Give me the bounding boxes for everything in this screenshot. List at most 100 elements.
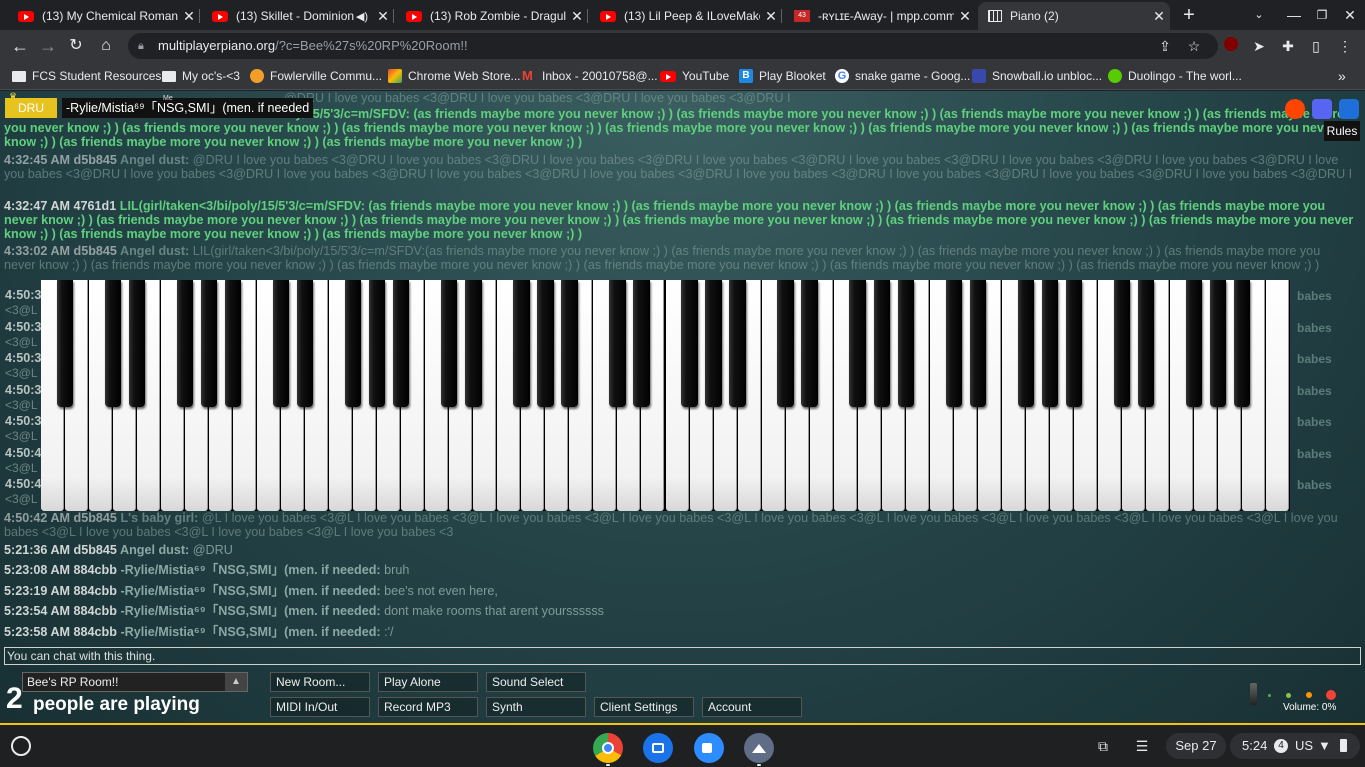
- launcher-icon[interactable]: [11, 736, 31, 756]
- date-display[interactable]: Sep 27: [1166, 733, 1226, 759]
- black-key[interactable]: [705, 280, 722, 407]
- black-key[interactable]: [393, 280, 410, 407]
- bookmark-item[interactable]: YouTube: [660, 67, 729, 85]
- room-selector[interactable]: Bee's RP Room!! ▲: [22, 672, 248, 692]
- close-icon[interactable]: ✕: [1148, 8, 1170, 25]
- new-tab-button[interactable]: +: [1175, 4, 1203, 26]
- chat-input[interactable]: You can chat with this thing.: [4, 647, 1361, 665]
- bookmark-folder[interactable]: FCS Student Resources: [12, 67, 161, 85]
- black-key[interactable]: [801, 280, 818, 407]
- black-key[interactable]: [345, 280, 362, 407]
- play-alone-button[interactable]: Play Alone: [378, 672, 478, 692]
- sound-select-button[interactable]: Sound Select: [486, 672, 586, 692]
- black-key[interactable]: [200, 280, 218, 407]
- black-key[interactable]: [441, 280, 458, 407]
- volume-slider[interactable]: [1250, 683, 1257, 705]
- midi-button[interactable]: MIDI In/Out: [270, 697, 370, 717]
- black-key[interactable]: [104, 280, 122, 407]
- black-key[interactable]: [128, 280, 146, 407]
- tab-search-icon[interactable]: ⌄: [1245, 4, 1273, 26]
- black-key[interactable]: [777, 280, 794, 407]
- holding-space-icon[interactable]: ⧉: [1093, 736, 1113, 756]
- speaker-icon[interactable]: ◀): [356, 10, 368, 23]
- black-key[interactable]: [1113, 280, 1131, 407]
- bookmark-item[interactable]: M Inbox - 20010758@...: [522, 67, 658, 85]
- black-key[interactable]: [273, 280, 290, 407]
- black-key[interactable]: [945, 280, 962, 407]
- black-key[interactable]: [56, 280, 74, 407]
- black-key[interactable]: [224, 280, 242, 407]
- black-key[interactable]: [1017, 280, 1034, 407]
- bookmark-item[interactable]: Snowball.io unbloc...: [972, 67, 1102, 85]
- cursor-extension-icon[interactable]: ➤: [1248, 35, 1270, 57]
- black-key[interactable]: [1065, 280, 1082, 407]
- bookmark-item[interactable]: Duolingo - The worl...: [1108, 67, 1242, 85]
- black-key[interactable]: [633, 280, 650, 407]
- black-key[interactable]: [369, 280, 386, 407]
- synth-button[interactable]: Synth: [486, 697, 586, 717]
- black-key[interactable]: [897, 280, 914, 407]
- black-key[interactable]: [176, 280, 194, 407]
- black-key[interactable]: [537, 280, 554, 407]
- black-key[interactable]: [873, 280, 890, 407]
- bookmark-item[interactable]: Chrome Web Store...: [388, 67, 521, 85]
- minimize-icon[interactable]: —: [1280, 4, 1308, 26]
- chrome-app-icon[interactable]: [593, 733, 623, 763]
- menu-icon[interactable]: ⋮: [1334, 35, 1356, 57]
- ublock-extension-icon[interactable]: [1220, 35, 1242, 57]
- forum-icon[interactable]: [1339, 99, 1359, 119]
- tab-3[interactable]: (13) Lil Peep & ILoveMakonn ✕: [590, 2, 782, 30]
- bookmark-folder[interactable]: My oc's-<3: [162, 67, 240, 85]
- side-panel-icon[interactable]: ▯: [1305, 35, 1327, 57]
- address-bar[interactable]: 🔒︎ multiplayerpiano.org/?c=Bee%27s%20RP%…: [128, 33, 1218, 59]
- restore-icon[interactable]: ❐: [1308, 4, 1336, 26]
- tab-2[interactable]: (13) Rob Zombie - Dragula - ✕: [396, 2, 588, 30]
- reload-icon[interactable]: ↻: [64, 34, 88, 58]
- camera-app-icon[interactable]: [643, 733, 673, 763]
- close-icon[interactable]: ✕: [566, 8, 588, 25]
- window-close-icon[interactable]: ✕: [1336, 4, 1364, 26]
- black-key[interactable]: [849, 280, 866, 407]
- bookmark-item[interactable]: Gsnake game - Goog...: [835, 67, 970, 85]
- chevron-up-icon[interactable]: ▲: [225, 673, 247, 691]
- account-button[interactable]: Account: [702, 697, 802, 717]
- close-icon[interactable]: ✕: [178, 8, 200, 25]
- reddit-icon[interactable]: [1285, 99, 1305, 119]
- black-key[interactable]: [729, 280, 746, 407]
- tab-1[interactable]: (13) Skillet - Dominion [ ◀) ✕: [202, 2, 394, 30]
- user-badge[interactable]: DRU: [5, 98, 57, 118]
- black-key[interactable]: [609, 280, 626, 407]
- tab-5-active[interactable]: Piano (2) ✕: [978, 2, 1170, 30]
- black-key[interactable]: [297, 280, 314, 407]
- bookmark-item[interactable]: B Play Blooket: [739, 67, 826, 85]
- discord-icon[interactable]: [1312, 99, 1332, 119]
- share-icon[interactable]: ⇪: [1154, 35, 1176, 57]
- user-name-badge[interactable]: -Rylie/Mistia⁶⁹「NSG,SMI」(men. if needed: [62, 98, 314, 118]
- home-icon[interactable]: ⌂: [94, 34, 118, 58]
- black-key[interactable]: [1185, 280, 1203, 407]
- black-key[interactable]: [513, 280, 530, 407]
- black-key[interactable]: [1209, 280, 1227, 407]
- bookmarks-overflow-button[interactable]: »: [1338, 67, 1346, 85]
- bookmark-item[interactable]: Fowlerville Commu...: [250, 67, 382, 85]
- extensions-icon[interactable]: ✚: [1277, 35, 1299, 57]
- gallery-app-icon[interactable]: [744, 733, 774, 763]
- new-room-button[interactable]: New Room...: [270, 672, 370, 692]
- zoom-app-icon[interactable]: [694, 733, 724, 763]
- piano-keyboard[interactable]: [41, 280, 1290, 511]
- forward-icon[interactable]: →: [36, 34, 60, 58]
- black-key[interactable]: [681, 280, 698, 407]
- clipboard-icon[interactable]: ☰: [1132, 736, 1152, 756]
- black-key[interactable]: [1233, 280, 1251, 407]
- black-key[interactable]: [969, 280, 986, 407]
- tab-4[interactable]: 43 -ʀʏʟɪᴇ-Away- | mpp.commu ✕: [784, 2, 976, 30]
- client-settings-button[interactable]: Client Settings: [594, 697, 694, 717]
- close-icon[interactable]: ✕: [954, 8, 976, 25]
- status-area[interactable]: 5:24 4 US ▼: [1230, 733, 1360, 759]
- close-icon[interactable]: ✕: [372, 8, 394, 25]
- black-key[interactable]: [561, 280, 578, 407]
- white-key[interactable]: [1265, 280, 1289, 511]
- back-icon[interactable]: ←: [8, 34, 32, 58]
- black-key[interactable]: [1137, 280, 1155, 407]
- black-key[interactable]: [465, 280, 482, 407]
